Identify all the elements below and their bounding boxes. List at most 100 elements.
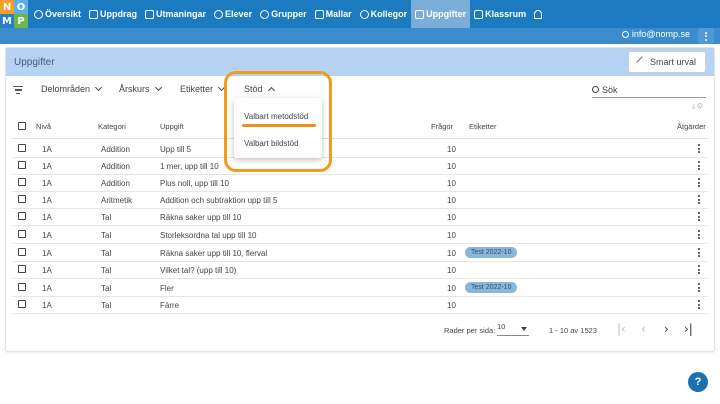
column-header-level[interactable]: Nivå [36,122,51,131]
row-checkbox[interactable] [18,300,26,308]
table-row[interactable]: 1A Tal Fler 10 Test 2022-10 [12,279,708,297]
column-header-questions[interactable]: Frågor [431,122,453,131]
tag-chip[interactable]: Test 2022-10 [465,247,518,258]
cell-task: Vilket tal? (upp till 10) [160,266,237,275]
row-checkbox[interactable] [18,144,26,152]
row-actions-button[interactable] [698,178,700,187]
filter-label: Delområden [41,84,91,94]
row-actions-button[interactable] [698,248,700,257]
cell-questions: 10 [447,179,456,188]
cell-level: 1A [42,179,52,188]
cell-task: Färre [160,301,180,310]
row-actions-button[interactable] [698,230,700,239]
column-header-category[interactable]: Kategori [98,122,126,131]
table-row[interactable]: 1A Addition 1 mer, upp till 10 10 [12,157,708,175]
previous-page-button[interactable]: ‹ [641,322,646,336]
user-account[interactable]: info@nomp.se [621,29,690,39]
nav-item-uppgifter[interactable]: Uppgifter [411,0,471,28]
filter-delomraden[interactable]: Delområden [41,83,103,94]
table-row[interactable]: 1A Addition Plus noll, upp till 10 10 [12,174,708,192]
table-row[interactable]: 1A Tal Räkna saker upp till 10 10 [12,208,708,226]
trophy-icon [145,9,155,19]
row-actions-button[interactable] [698,300,700,309]
row-actions-button[interactable] [698,144,700,153]
group-icon [260,9,270,19]
table-row[interactable]: 1A Aritmetik Addition och subtraktion upp … [12,191,708,209]
cell-level: 1A [42,196,52,205]
last-page-button[interactable]: ›| [684,322,693,336]
nav-item-oversikt[interactable]: Översikt [30,0,85,28]
filter-icon[interactable] [13,86,23,94]
nav-label: Uppdrag [100,9,138,19]
column-header-task[interactable]: Uppgift [160,122,184,131]
cell-category: Addition [101,179,130,188]
highlight-frame [224,71,332,172]
nav-label: Uppgifter [426,9,467,19]
table-row[interactable]: 1A Tal Storleksordna tal upp till 10 10 [12,226,708,244]
table-row[interactable]: 1A Addition Upp till 5 10 [12,140,708,158]
row-checkbox[interactable] [18,265,26,273]
nomp-logo[interactable]: N O M P [0,0,28,28]
cell-questions: 10 [447,145,456,154]
row-actions-button[interactable] [698,195,700,204]
cell-category: Aritmetik [101,196,133,205]
cell-questions: 10 [447,266,456,275]
row-checkbox[interactable] [18,195,26,203]
nav-item-klassrum[interactable]: Klassrum [470,0,530,28]
row-checkbox[interactable] [18,283,26,291]
filter-etiketter[interactable]: Etiketter [180,83,226,94]
user-email: info@nomp.se [631,29,690,39]
cell-category: Addition [101,162,130,171]
row-checkbox[interactable] [18,178,26,186]
cell-category: Tal [101,284,112,293]
folder-icon [314,9,324,19]
nav-label: Kollegor [370,9,408,19]
row-actions-button[interactable] [698,265,700,274]
people-icon [359,9,369,19]
bell-icon[interactable] [534,9,543,19]
cell-task: Storleksordna tal upp till 10 [160,231,257,240]
help-button[interactable]: ? [688,372,708,392]
cell-task: 1 mer, upp till 10 [160,162,219,171]
row-checkbox[interactable] [18,248,26,256]
grid-icon [415,9,425,19]
row-actions-button[interactable] [698,283,700,292]
nav-item-grupper[interactable]: Grupper [256,0,311,28]
user-bar [0,28,720,44]
select-all-checkbox[interactable] [18,122,26,130]
table-row[interactable]: 1A Tal Räkna saker upp till 10, flerval 10 T… [12,244,708,262]
tag-chip[interactable]: Test 2022-10 [465,282,518,293]
export-settings-icons[interactable]: ⤓ ⚙ [692,103,703,111]
nav-item-uppdrag[interactable]: Uppdrag [85,0,141,28]
nav-label: Elever [225,9,253,19]
search-icon [592,86,599,93]
row-checkbox[interactable] [18,161,26,169]
row-checkbox[interactable] [18,212,26,220]
nav-item-utmaningar[interactable]: Utmaningar [141,0,210,28]
nav-item-elever[interactable]: Elever [210,0,256,28]
more-menu-button[interactable] [698,28,714,44]
classroom-icon [474,9,484,19]
rows-per-page-select[interactable]: 10 [497,322,529,336]
column-header-tags[interactable]: Etiketter [469,122,497,131]
table-row[interactable]: 1A Tal Vilket tal? (upp till 10) 10 [12,261,708,279]
nav-item-kollegor[interactable]: Kollegor [356,0,412,28]
cell-category: Tal [101,231,112,240]
cell-task: Addition och subtraktion upp till 5 [160,196,278,205]
table-row[interactable]: 1A Tal Färre 10 [12,296,708,314]
row-actions-button[interactable] [698,161,700,170]
smart-selection-button[interactable]: Smart urval [628,51,706,73]
search-input[interactable]: Sök [592,82,706,98]
next-page-button[interactable]: › [664,322,669,336]
cell-questions: 10 [447,231,456,240]
logo-letter: N [0,0,14,14]
nav-item-mallar[interactable]: Mallar [311,0,356,28]
row-checkbox[interactable] [18,230,26,238]
help-icon: ? [694,376,702,388]
cell-category: Tal [101,249,112,258]
filter-arskurs[interactable]: Årskurs [119,83,162,94]
first-page-button[interactable]: |‹ [617,322,626,336]
row-actions-button[interactable] [698,212,700,221]
search-placeholder: Sök [602,84,618,95]
cell-questions: 10 [447,284,456,293]
